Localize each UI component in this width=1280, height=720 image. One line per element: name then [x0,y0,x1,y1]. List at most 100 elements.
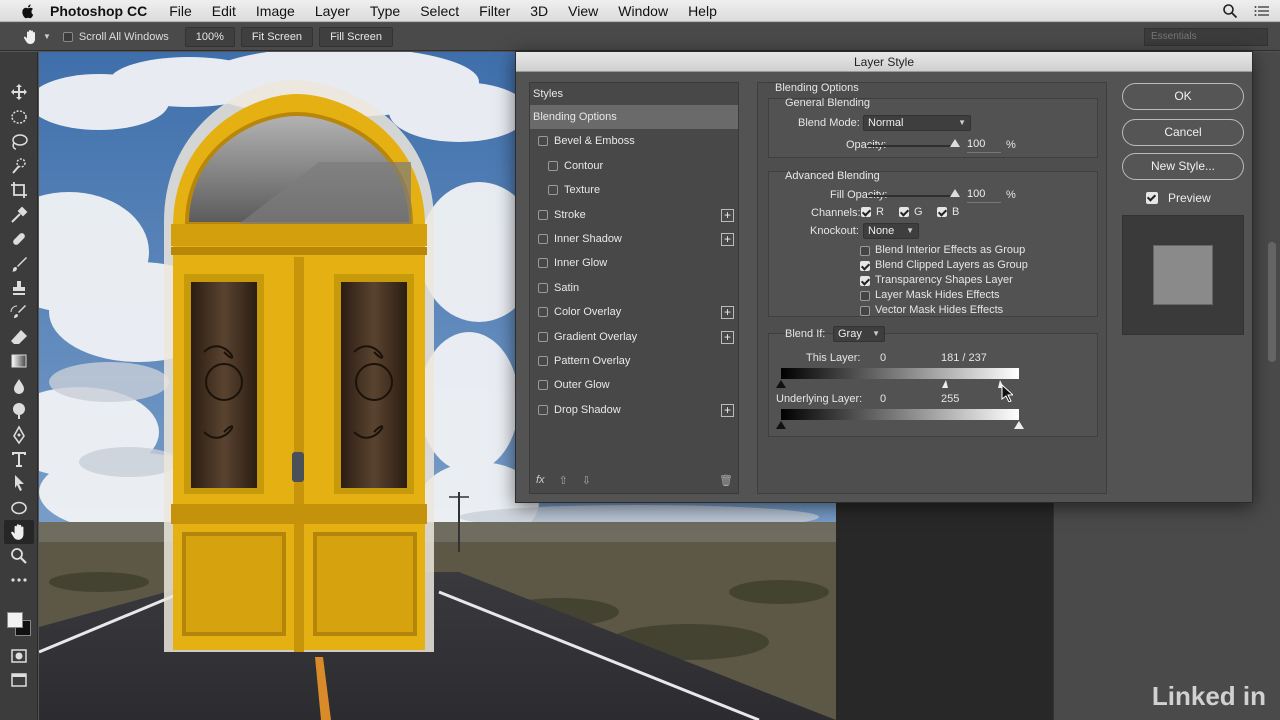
menu-view[interactable]: View [568,3,598,19]
advanced-option-checkbox[interactable] [860,246,870,256]
underlying-black-slider[interactable] [776,421,786,429]
channel-checkbox[interactable] [937,207,947,217]
style-item-checkbox[interactable] [538,380,548,391]
fill-opacity-input[interactable]: 100 [967,187,1001,203]
advanced-option-label[interactable]: Transparency Shapes Layer [875,274,1013,286]
marquee-tool-icon[interactable] [9,107,29,127]
this-layer-black-slider[interactable] [776,380,786,388]
style-item[interactable]: Bevel & Emboss [530,129,738,153]
style-item-checkbox[interactable] [548,185,558,196]
ellipse-tool-icon[interactable] [9,498,29,518]
style-item[interactable]: Texture [530,178,738,202]
zoom-100-button[interactable]: 100% [184,26,235,47]
style-item-checkbox[interactable] [538,307,548,318]
menu-type[interactable]: Type [370,3,400,19]
style-item[interactable]: Inner Glow [530,251,738,275]
style-item[interactable]: Outer Glow [530,373,738,397]
scroll-all-windows-label[interactable]: Scroll All Windows [79,31,169,43]
advanced-option-checkbox[interactable] [860,276,870,286]
preview-checkbox[interactable] [1146,192,1158,204]
menu-image[interactable]: Image [256,3,295,19]
quick-mask-icon[interactable] [9,646,29,666]
style-item[interactable]: Pattern Overlay [530,349,738,373]
move-down-arrow-icon[interactable]: ⇩ [582,474,591,487]
styles-header[interactable]: Styles [530,83,738,105]
underlying-white-slider[interactable] [1014,421,1024,429]
opacity-slider[interactable] [867,145,959,147]
channel-checkbox[interactable] [899,207,909,217]
menu-file[interactable]: File [169,3,192,19]
trash-icon[interactable]: 🗑 [719,474,733,487]
brush-tool-icon[interactable] [9,254,29,274]
notification-list-icon[interactable] [1254,3,1270,19]
this-layer-gradient[interactable] [781,368,1019,379]
style-item[interactable]: Inner Shadow + [530,227,738,251]
apple-icon[interactable] [20,3,36,19]
menu-filter[interactable]: Filter [479,3,510,19]
this-layer-white-slider-left-half[interactable] [942,380,948,388]
style-item-checkbox[interactable] [538,282,548,293]
blend-if-dropdown[interactable]: Gray ▼ [833,326,885,342]
hand-tool-icon[interactable] [22,28,40,46]
preview-label[interactable]: Preview [1168,191,1211,205]
style-item[interactable]: Blending Options [530,105,738,130]
menu-help[interactable]: Help [688,3,717,19]
menu-select[interactable]: Select [420,3,459,19]
menu-layer[interactable]: Layer [315,3,350,19]
eraser-tool-icon[interactable] [9,327,29,347]
advanced-option-checkbox[interactable] [860,261,870,271]
dialog-title[interactable]: Layer Style [516,52,1252,72]
add-effect-plus-icon[interactable]: + [721,330,734,344]
blur-tool-icon[interactable] [9,376,29,396]
channel-checkbox[interactable] [861,207,871,217]
zoom-tool-icon[interactable] [9,546,29,566]
move-up-arrow-icon[interactable]: ⇧ [559,474,568,487]
more-tools-icon[interactable] [9,570,29,590]
lasso-tool-icon[interactable] [9,132,29,152]
fit-screen-button[interactable]: Fit Screen [240,26,314,47]
style-item-checkbox[interactable] [548,160,558,171]
knockout-dropdown[interactable]: None ▼ [863,223,919,239]
advanced-option-label[interactable]: Layer Mask Hides Effects [875,289,1000,301]
style-item-checkbox[interactable] [538,355,548,366]
blend-mode-dropdown[interactable]: Normal ▼ [863,115,971,131]
opacity-input[interactable]: 100 [967,137,1001,153]
cancel-button[interactable]: Cancel [1122,119,1244,146]
style-item-checkbox[interactable] [538,233,548,244]
style-item-checkbox[interactable] [538,331,548,342]
fill-screen-button[interactable]: Fill Screen [319,26,394,47]
style-item-checkbox[interactable] [538,258,548,269]
pen-tool-icon[interactable] [9,425,29,445]
tool-preset-caret[interactable]: ▼ [43,32,51,41]
path-selection-tool-icon[interactable] [9,473,29,493]
style-item[interactable]: Drop Shadow + [530,398,738,422]
style-item-checkbox[interactable] [538,136,548,147]
history-brush-tool-icon[interactable] [9,302,29,322]
crop-tool-icon[interactable] [9,180,29,200]
dodge-tool-icon[interactable] [9,400,29,420]
add-effect-plus-icon[interactable]: + [721,208,734,222]
menu-3d[interactable]: 3D [530,3,548,19]
style-item-checkbox[interactable] [538,209,548,220]
ok-button[interactable]: OK [1122,83,1244,110]
add-effect-plus-icon[interactable]: + [721,306,734,320]
move-tool-icon[interactable] [9,82,29,102]
fill-opacity-slider[interactable] [867,195,959,197]
preview-toggle[interactable]: Preview [1146,191,1211,205]
screen-mode-icon[interactable] [9,670,29,690]
menu-edit[interactable]: Edit [212,3,236,19]
eyedropper-tool-icon[interactable] [9,205,29,225]
panel-scrollbar[interactable] [1268,242,1276,362]
style-item[interactable]: Color Overlay + [530,300,738,324]
spotlight-search-icon[interactable] [1222,3,1238,19]
add-effect-plus-icon[interactable]: + [721,403,734,417]
add-effect-plus-icon[interactable]: + [721,232,734,246]
gradient-tool-icon[interactable] [9,351,29,371]
style-item[interactable]: Gradient Overlay + [530,325,738,349]
foreground-color-swatch[interactable] [7,612,23,628]
advanced-option-label[interactable]: Vector Mask Hides Effects [875,304,1003,316]
hand-tool-active[interactable] [4,520,34,544]
fx-menu-icon[interactable]: fx [536,474,545,487]
style-item-checkbox[interactable] [538,404,548,415]
advanced-option-checkbox[interactable] [860,306,870,316]
